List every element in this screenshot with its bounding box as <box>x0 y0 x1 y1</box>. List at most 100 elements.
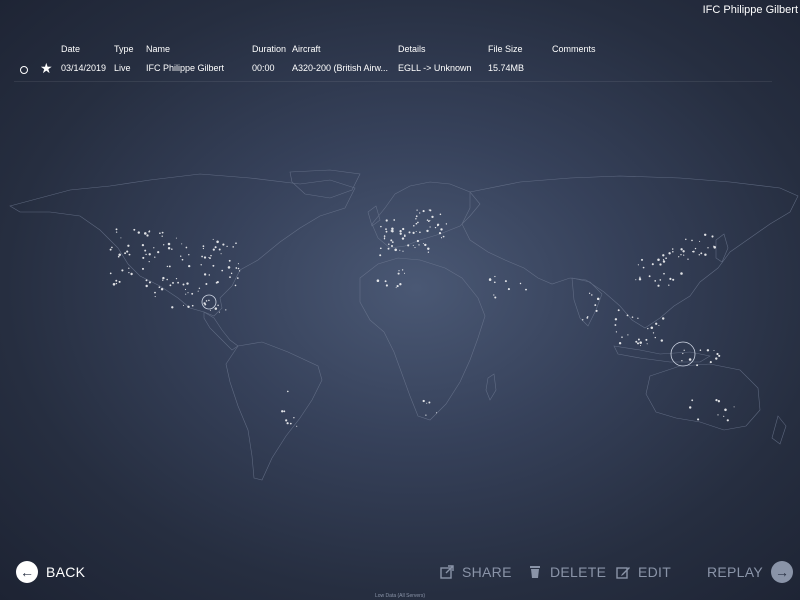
airport-dot <box>391 229 394 233</box>
airport-dot <box>112 283 116 286</box>
airport-dot <box>385 230 388 233</box>
airport-dot <box>283 410 286 413</box>
airport-dot <box>635 340 638 343</box>
col-details[interactable]: Details <box>398 44 426 54</box>
airport-dot <box>399 283 402 286</box>
airport-dot <box>668 252 671 255</box>
airport-dot <box>403 235 406 237</box>
airport-dot <box>402 250 404 252</box>
table-row[interactable]: ★ 03/14/2019 Live IFC Philippe Gilbert 0… <box>14 61 772 82</box>
airport-dot <box>637 317 639 319</box>
airport-dot <box>228 259 231 262</box>
airport-dot <box>586 317 589 319</box>
airport-dot <box>289 422 292 425</box>
airport-dot <box>126 250 129 253</box>
airport-dot <box>704 253 707 256</box>
star-icon[interactable]: ★ <box>40 61 53 75</box>
airport-dot <box>208 299 210 302</box>
col-name[interactable]: Name <box>146 44 170 54</box>
col-aircraft[interactable]: Aircraft <box>292 44 321 54</box>
airport-dot <box>172 281 174 284</box>
airport-dot <box>669 277 672 280</box>
airport-dot <box>187 305 190 308</box>
airport-dot <box>419 231 421 234</box>
airport-dot <box>711 235 714 238</box>
airport-dot <box>507 288 510 291</box>
airport-dot <box>425 414 427 416</box>
bottom-toolbar: ← BACK SHARE DELETE EDIT REPLAY → <box>0 558 800 586</box>
region-india <box>571 277 603 327</box>
airport-dot <box>671 248 674 250</box>
select-radio[interactable] <box>20 66 28 74</box>
share-label: SHARE <box>462 564 512 580</box>
airport-dot <box>640 258 644 261</box>
airport-dot <box>214 246 217 249</box>
airport-dot <box>384 237 386 239</box>
col-comments[interactable]: Comments <box>552 44 596 54</box>
airport-dot <box>121 269 124 272</box>
airport-dot <box>238 270 241 272</box>
airport-dot <box>128 267 130 269</box>
airport-dot <box>216 240 219 244</box>
island-new-zealand <box>771 415 787 445</box>
airport-dot <box>680 272 683 275</box>
airport-dot <box>185 246 188 249</box>
edit-button[interactable]: EDIT <box>616 558 671 586</box>
airport-dot <box>128 253 131 256</box>
airport-dot <box>225 309 227 311</box>
airport-dot <box>696 364 699 367</box>
airport-dot <box>427 251 430 253</box>
world-map <box>9 169 799 481</box>
cell-type: Live <box>114 63 131 73</box>
airport-dot <box>168 265 171 268</box>
airport-dot <box>154 291 156 294</box>
airport-dot <box>208 274 211 276</box>
share-button[interactable]: SHARE <box>440 558 512 586</box>
airport-dot <box>724 408 727 412</box>
airport-dot <box>185 293 187 295</box>
airport-dot <box>416 239 420 243</box>
airport-dot <box>385 284 388 287</box>
airport-dot <box>167 242 171 246</box>
replay-button[interactable]: REPLAY → <box>707 558 794 586</box>
airport-dot <box>707 247 709 249</box>
airport-dot <box>202 245 205 248</box>
col-duration[interactable]: Duration <box>252 44 286 54</box>
airport-dot <box>424 243 427 247</box>
airport-dot <box>440 237 443 239</box>
airport-dot <box>401 237 405 240</box>
airport-dot <box>171 306 174 309</box>
back-button[interactable]: ← BACK <box>16 558 85 586</box>
airport-dot <box>230 272 233 275</box>
airport-dot <box>203 273 207 276</box>
airport-dot <box>148 261 150 263</box>
airport-dot <box>427 247 430 251</box>
airport-dot <box>591 294 593 296</box>
airport-dot <box>205 300 208 302</box>
airport-dot <box>678 256 680 258</box>
col-file-size[interactable]: File Size <box>488 44 523 54</box>
airport-dot <box>419 212 421 214</box>
airport-dot <box>180 255 182 257</box>
airport-dot <box>682 250 685 253</box>
airport-dot <box>718 354 721 357</box>
airport-dot <box>109 272 112 275</box>
airport-dot <box>153 247 155 249</box>
airport-dot <box>203 256 207 259</box>
airport-dot <box>697 418 700 421</box>
airport-dot <box>418 244 420 246</box>
airport-dot <box>703 233 707 237</box>
cell-name: IFC Philippe Gilbert <box>146 63 225 73</box>
airport-dot <box>286 390 289 393</box>
airport-dot <box>201 255 203 258</box>
airport-dot <box>694 247 697 250</box>
airport-dot <box>285 419 288 422</box>
airport-dot <box>637 338 640 341</box>
airport-dot <box>631 316 634 318</box>
airport-dot <box>691 239 693 242</box>
delete-button[interactable]: DELETE <box>528 558 606 586</box>
col-type[interactable]: Type <box>114 44 134 54</box>
airport-dot <box>115 231 118 233</box>
airport-dot <box>157 250 160 254</box>
col-date[interactable]: Date <box>61 44 80 54</box>
